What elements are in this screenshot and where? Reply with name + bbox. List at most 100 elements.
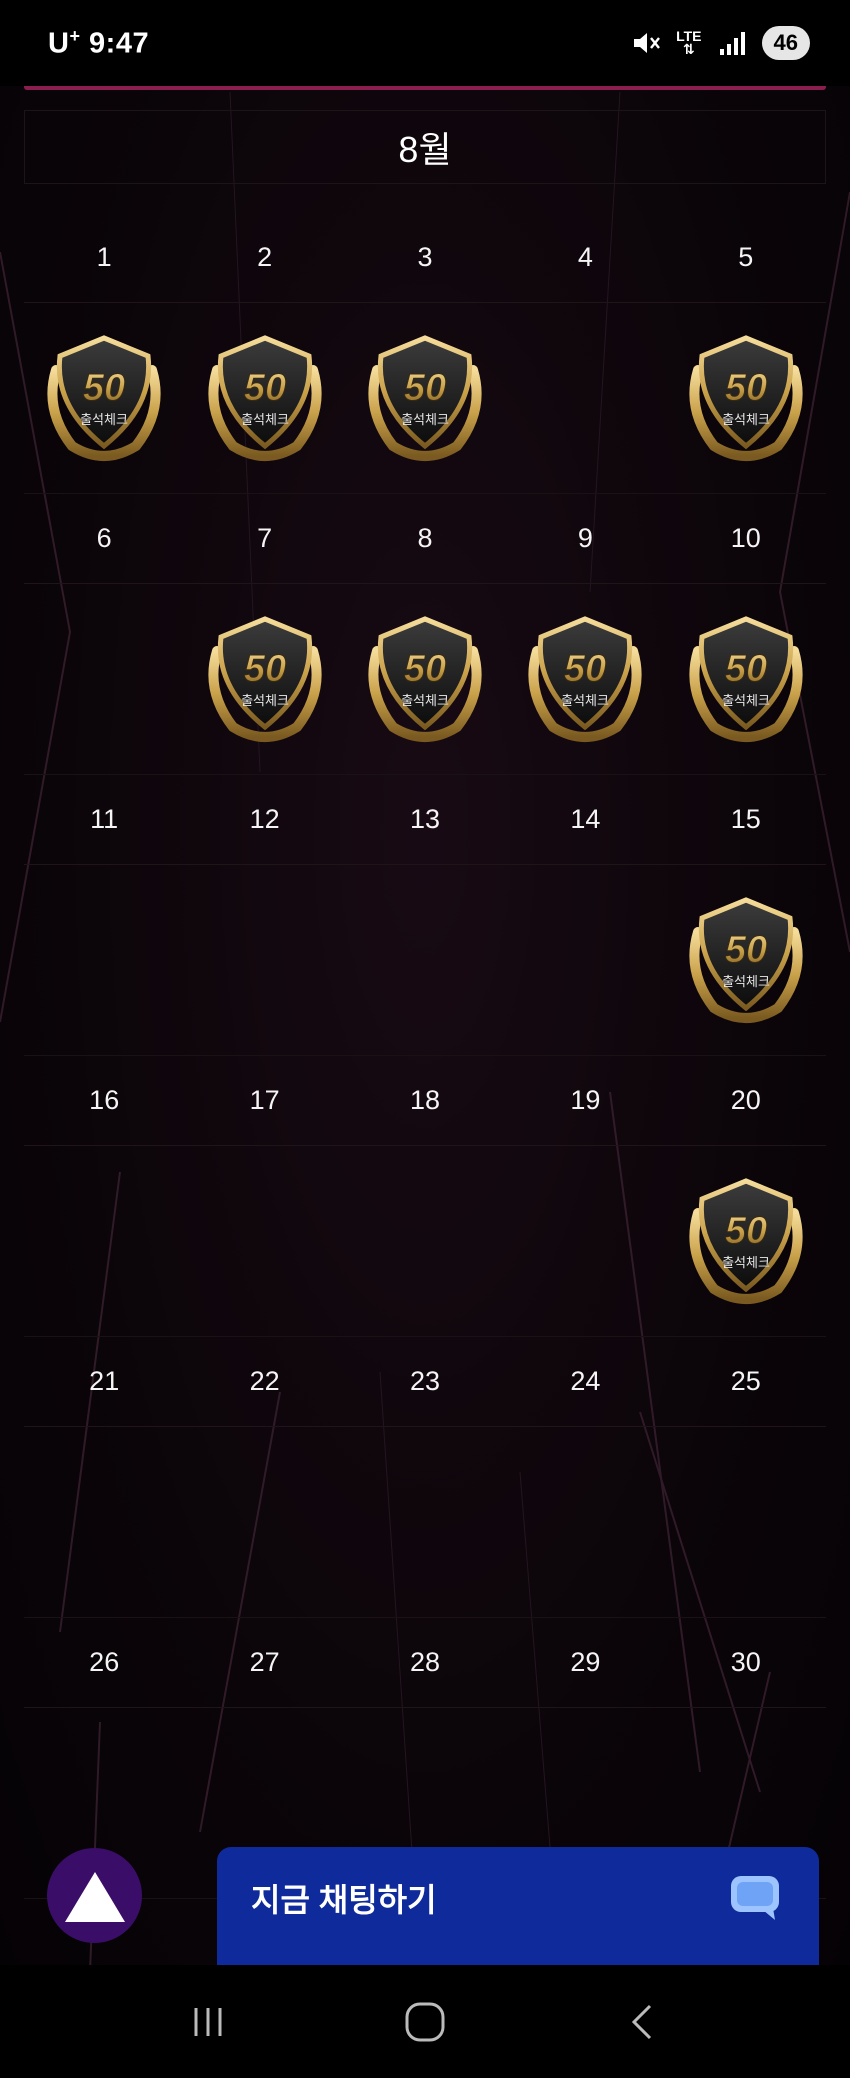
day-stamp-cell (24, 1427, 184, 1617)
day-number: 10 (730, 522, 761, 553)
day-stamp-cell (505, 1427, 665, 1617)
day-number: 18 (409, 1084, 440, 1115)
stamp-row: 50 출석체크 50 출석체크 50 출석체크 50 출석체크 (24, 584, 826, 775)
svg-text:50: 50 (725, 367, 767, 409)
day-number: 2 (257, 241, 273, 272)
carrier-label: U (48, 27, 70, 60)
attendance-stamp-icon: 50 출석체크 (47, 335, 161, 461)
recent-apps-icon[interactable] (188, 2002, 228, 2042)
svg-text:출석체크: 출석체크 (722, 694, 770, 709)
svg-text:출석체크: 출석체크 (241, 694, 289, 709)
svg-text:출석체크: 출석체크 (241, 413, 289, 428)
day-stamp-cell: 50 출석체크 (184, 584, 344, 774)
day-stamp-cell (184, 1146, 344, 1336)
day-stamp-cell: 50 출석체크 (666, 303, 826, 493)
day-stamp-cell: 50 출석체크 (505, 584, 665, 774)
day-number: 23 (409, 1365, 440, 1396)
stamp-row: 50 출석체크 50 출석체크 50 출석체크 50 출석체크 (24, 303, 826, 494)
day-number: 8 (417, 522, 433, 553)
attendance-stamp-icon: 50 출석체크 (689, 1178, 803, 1304)
day-number: 16 (89, 1084, 120, 1115)
day-number: 15 (730, 803, 761, 834)
attendance-stamp-icon: 50 출석체크 (207, 335, 322, 461)
mute-icon (634, 33, 661, 53)
attendance-stamp-icon: 50 출석체크 (207, 616, 322, 742)
day-number: 3 (417, 241, 433, 272)
svg-text:50: 50 (243, 367, 285, 409)
date-row: 6 7 8 9 10 (24, 493, 826, 584)
date-row: 11 12 13 14 15 (24, 774, 826, 865)
day-stamp-cell (184, 1427, 344, 1617)
calendar-week: 12345 50 출석체크 50 출석체크 50 출석체크 50 출석체크 (24, 212, 826, 494)
day-number: 29 (570, 1646, 601, 1677)
day-number: 4 (577, 241, 593, 272)
day-number: 7 (257, 522, 273, 553)
day-number: 9 (577, 522, 593, 553)
month-title: 8월 (24, 110, 826, 184)
day-number: 25 (730, 1365, 761, 1396)
svg-text:출석체크: 출석체크 (401, 413, 449, 428)
svg-text:출석체크: 출석체크 (722, 975, 770, 990)
day-stamp-cell (184, 865, 344, 1055)
svg-text:50: 50 (564, 648, 606, 690)
attendance-stamp-icon: 50 출석체크 (689, 335, 803, 461)
svg-text:출석체크: 출석체크 (80, 413, 128, 428)
svg-text:출석체크: 출석체크 (561, 694, 609, 709)
attendance-calendar: 12345 50 출석체크 50 출석체크 50 출석체크 50 출석체크 6 … (24, 212, 826, 1899)
battery-icon: 46 (761, 26, 810, 60)
svg-text:50: 50 (404, 367, 446, 409)
day-number: 24 (570, 1365, 601, 1396)
day-stamp-cell (24, 865, 184, 1055)
chat-now-button[interactable]: 지금 채팅하기 (217, 1847, 819, 1965)
day-stamp-cell: 50 출석체크 (666, 1146, 826, 1336)
attendance-stamp-icon: 50 출석체크 (689, 616, 803, 742)
svg-text:50: 50 (83, 367, 125, 409)
chat-bubble-icon (731, 1876, 779, 1920)
stamp-row: 50 출석체크 (24, 1146, 826, 1337)
attendance-stamp-icon: 50 출석체크 (528, 616, 642, 742)
date-row: 16 17 18 19 20 (24, 1055, 826, 1146)
day-stamp-cell (666, 1427, 826, 1617)
day-number: 14 (570, 803, 601, 834)
day-stamp-cell (24, 584, 184, 774)
date-row: 26 27 28 29 30 (24, 1617, 826, 1708)
calendar-week: 16 17 18 19 20 50 출석체크 (24, 1055, 826, 1337)
day-stamp-cell (345, 1427, 505, 1617)
day-stamp-cell (345, 1146, 505, 1336)
day-stamp-cell (505, 865, 665, 1055)
svg-text:50: 50 (725, 929, 767, 971)
attendance-stamp-icon: 50 출석체크 (368, 616, 482, 742)
svg-text:50: 50 (725, 1210, 767, 1252)
svg-text:50: 50 (243, 648, 285, 690)
signal-icon (719, 32, 745, 55)
day-stamp-cell: 50 출석체크 (184, 303, 344, 493)
day-stamp-cell (505, 1146, 665, 1336)
day-stamp-cell: 50 출석체크 (345, 584, 505, 774)
attendance-page: 8월 12345 50 출석체크 50 출석체크 50 출석체크 50 출석체크… (0, 72, 850, 1972)
day-number: 21 (89, 1365, 120, 1396)
lte-arrows: ⇅ (682, 41, 695, 57)
scroll-top-button[interactable] (47, 1848, 142, 1943)
svg-text:50: 50 (725, 648, 767, 690)
back-icon[interactable] (622, 2002, 662, 2042)
day-stamp-cell (505, 303, 665, 493)
system-nav-bar (0, 1965, 850, 2078)
day-number: 1 (96, 241, 112, 272)
day-number: 13 (409, 803, 440, 834)
carrier-plus: + (69, 25, 81, 46)
day-number: 27 (249, 1646, 280, 1677)
day-number: 22 (249, 1365, 280, 1396)
day-number: 20 (730, 1084, 761, 1115)
svg-text:출석체크: 출석체크 (722, 413, 770, 428)
home-icon[interactable] (403, 2000, 447, 2044)
day-stamp-cell (345, 865, 505, 1055)
svg-text:출석체크: 출석체크 (722, 1256, 770, 1271)
carrier-time: U+ 9:47 (48, 26, 149, 61)
stamp-row: 50 출석체크 (24, 865, 826, 1056)
day-stamp-cell: 50 출석체크 (666, 865, 826, 1055)
calendar-week: 11 12 13 14 15 50 출석체크 (24, 774, 826, 1056)
calendar-week: 6 7 8 9 10 50 출석체크 50 출석체크 50 출석체크 50 출석… (24, 493, 826, 775)
day-number: 6 (96, 522, 112, 553)
triangle-up-icon (64, 1871, 125, 1922)
lte-icon: LTE ⇅ (676, 29, 701, 57)
